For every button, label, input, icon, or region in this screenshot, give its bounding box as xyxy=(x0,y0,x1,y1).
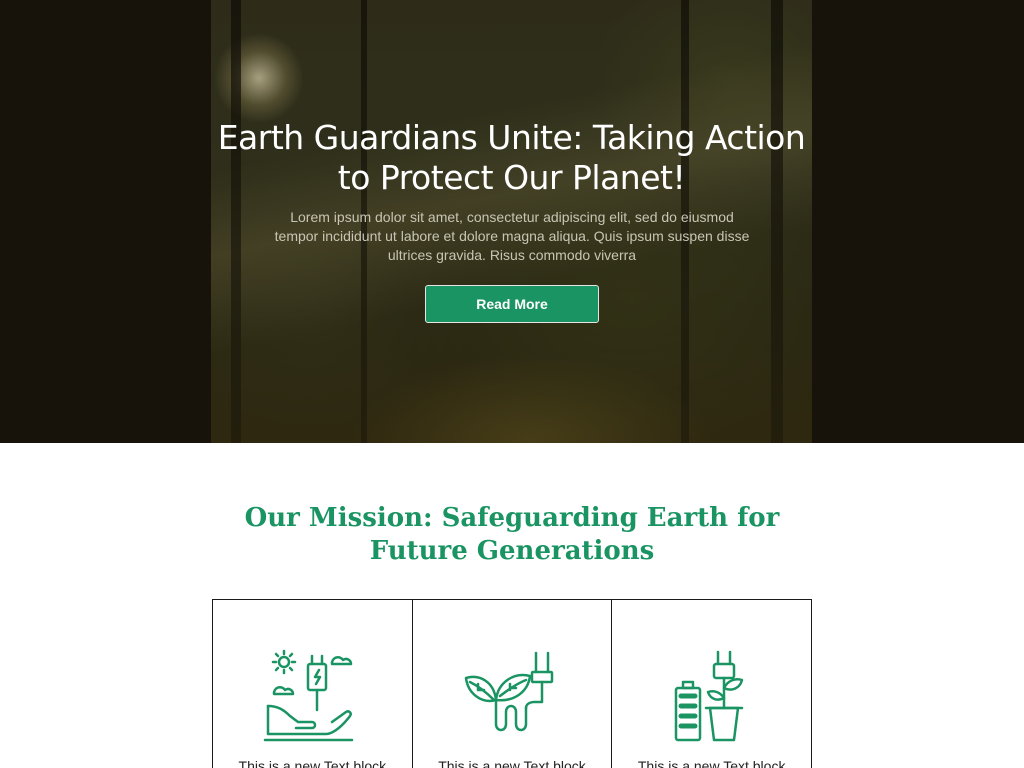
mission-card: This is a new Text block xyxy=(213,600,412,768)
card-text: This is a new Text block xyxy=(438,758,586,768)
mission-cards: This is a new Text block This is a new T… xyxy=(212,599,812,768)
leaf-plug-icon xyxy=(464,651,554,732)
mission-card: This is a new Text block xyxy=(611,600,811,768)
mission-card: This is a new Text block xyxy=(411,600,612,768)
hero-title: Earth Guardians Unite: Taking Action to … xyxy=(217,118,806,197)
green-energy-hand-icon xyxy=(264,649,354,742)
card-text: This is a new Text block xyxy=(238,758,387,768)
hero-description: Lorem ipsum dolor sit amet, consectetur … xyxy=(274,209,750,263)
battery-plant-icon xyxy=(674,650,743,742)
page: Earth Guardians Unite: Taking Action to … xyxy=(0,0,1024,768)
read-more-button[interactable]: Read More xyxy=(425,285,599,323)
card-text: This is a new Text block xyxy=(637,758,786,768)
mission-title: Our Mission: Safeguarding Earth for Futu… xyxy=(244,503,780,566)
hero-section: Earth Guardians Unite: Taking Action to … xyxy=(0,0,1024,443)
